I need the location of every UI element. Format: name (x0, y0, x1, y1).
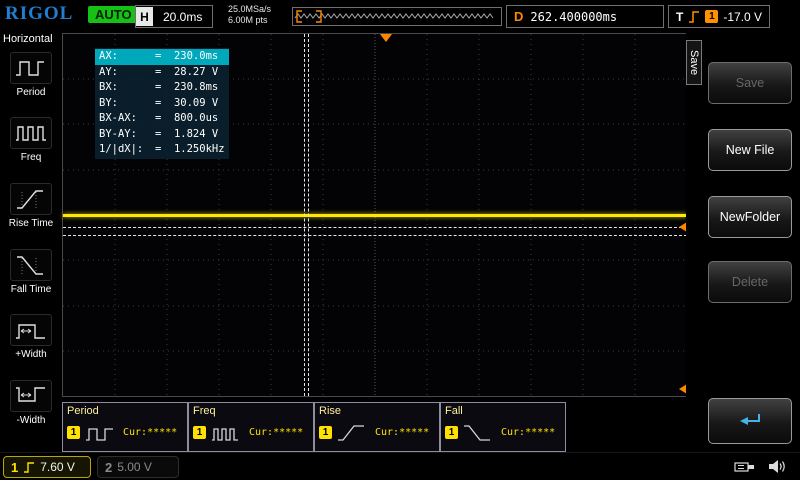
oscilloscope-screen: RIGOL AUTO H 20.0ms 25.0MSa/s 6.00M pts … (0, 0, 800, 480)
cursor-row-by-ay: BY-AY:= 1.824 V (95, 127, 229, 143)
memory-depth: 6.00M pts (228, 15, 271, 26)
period-icon (84, 421, 116, 450)
channel1-trace (63, 214, 687, 217)
cursor-row-ax: AX:= 230.0ms (95, 49, 229, 65)
channel1-scale: 7.60 V (40, 460, 75, 474)
top-bar: RIGOL AUTO H 20.0ms 25.0MSa/s 6.00M pts … (0, 0, 800, 30)
measurement-name: Period (67, 405, 99, 417)
horizontal-scale-box: H 20.0ms (135, 5, 213, 28)
sidebar-item-label: Fall Time (11, 284, 52, 295)
speaker-icon (768, 458, 786, 480)
freq-icon (210, 421, 242, 450)
cursor-bx-line[interactable] (308, 34, 309, 396)
rigol-logo: RIGOL (5, 3, 73, 25)
freq-icon (10, 117, 52, 149)
channel-badge: 1 (67, 426, 80, 439)
sample-rate: 25.0MSa/s (228, 4, 271, 15)
horizontal-scale-value: 20.0ms (153, 10, 212, 24)
sidebar-item-label: -Width (17, 415, 46, 426)
enter-arrow-icon (735, 408, 765, 434)
new-file-button[interactable]: New File (708, 129, 792, 171)
fall-time-icon (462, 421, 494, 450)
measurement-box-period: Period 1 Cur:***** Avg:***** Max:***** M… (62, 402, 188, 452)
sidebar-item-minus-width[interactable]: -Width (0, 380, 62, 426)
soft-menu-panel: Save Save New File NewFolder Delete (686, 30, 800, 452)
cursor-row-inv-dx: 1/|dX|:= 1.250kHz (95, 142, 229, 158)
acquisition-info: 25.0MSa/s 6.00M pts (228, 4, 271, 26)
rise-time-icon (10, 183, 52, 215)
wave-preview-icon (293, 9, 499, 24)
usb-icon (734, 459, 756, 480)
period-icon (10, 52, 52, 84)
channel2-number: 2 (105, 460, 112, 475)
measurement-name: Rise (319, 405, 341, 417)
trigger-slope-icon (688, 10, 700, 24)
cursor-measurement-panel: AX:= 230.0ms AY:= 28.27 V BX:= 230.8ms B… (95, 48, 229, 159)
channel2-scale: 5.00 V (117, 460, 152, 474)
cursor-row-ay: AY:= 28.27 V (95, 65, 229, 81)
menu-tab-save: Save (686, 40, 702, 85)
fall-time-icon (10, 249, 52, 281)
channel-badge: 1 (445, 426, 458, 439)
minus-width-icon (10, 380, 52, 412)
trigger-position-marker[interactable] (380, 34, 392, 42)
cursor-row-bx: BX:= 230.8ms (95, 80, 229, 96)
trigger-label: T (676, 10, 683, 24)
sidebar-item-label: Rise Time (9, 218, 53, 229)
sidebar-item-plus-width[interactable]: +Width (0, 314, 62, 360)
graticule: AX:= 230.0ms AY:= 28.27 V BX:= 230.8ms B… (62, 33, 688, 397)
sidebar-item-freq[interactable]: Freq (0, 117, 62, 163)
plus-width-icon (10, 314, 52, 346)
sidebar-title: Horizontal (3, 33, 53, 45)
measurement-box-rise: Rise 1 Cur:***** Avg:***** Max:***** Min… (314, 402, 440, 452)
channel2-status[interactable]: 2 5.00 V (97, 456, 179, 478)
horizontal-label: H (136, 7, 153, 26)
measurement-box-fall: Fall 1 Cur:***** Avg:***** Max:***** Min… (440, 402, 566, 452)
channel-badge: 1 (319, 426, 332, 439)
rise-time-icon (336, 421, 368, 450)
back-button[interactable] (708, 398, 792, 444)
trigger-level-value: -17.0 V (723, 10, 762, 24)
run-status-badge: AUTO (88, 6, 139, 23)
sidebar-item-label: Freq (21, 152, 42, 163)
status-bar: 1 7.60 V 2 5.00 V (0, 452, 800, 480)
trigger-source-badge: 1 (705, 10, 718, 23)
measure-sidebar: Horizontal Period Freq Rise Time (0, 30, 62, 452)
new-folder-button[interactable]: NewFolder (708, 196, 792, 238)
channel1-status[interactable]: 1 7.60 V (3, 456, 91, 478)
trigger-delay-box: D 262.400000ms (506, 5, 664, 28)
cursor-row-bx-ax: BX-AX:= 800.0us (95, 111, 229, 127)
cursor-ax-line[interactable] (304, 34, 305, 396)
channel-badge: 1 (193, 426, 206, 439)
waveform-preview[interactable] (292, 7, 502, 26)
measurement-name: Fall (445, 405, 463, 417)
cursor-ay-line[interactable] (63, 235, 687, 236)
sidebar-item-label: Period (17, 87, 46, 98)
save-button[interactable]: Save (708, 62, 792, 104)
cursor-row-by: BY:= 30.09 V (95, 96, 229, 112)
sidebar-item-rise-time[interactable]: Rise Time (0, 183, 62, 229)
channel1-number: 1 (11, 460, 18, 475)
cursor-by-line[interactable] (63, 227, 687, 228)
sidebar-item-fall-time[interactable]: Fall Time (0, 249, 62, 295)
sidebar-item-period[interactable]: Period (0, 52, 62, 98)
trigger-info-box: T 1 -17.0 V (668, 5, 770, 28)
measurement-name: Freq (193, 405, 216, 417)
measurement-box-freq: Freq 1 Cur:***** Avg:***** Max:***** Min… (188, 402, 314, 452)
channel1-coupling-icon (23, 461, 35, 474)
delete-button[interactable]: Delete (708, 261, 792, 303)
measurement-row: Period 1 Cur:***** Avg:***** Max:***** M… (62, 400, 686, 452)
sidebar-item-label: +Width (15, 349, 46, 360)
delay-label: D (507, 9, 530, 24)
delay-value: 262.400000ms (530, 10, 625, 24)
